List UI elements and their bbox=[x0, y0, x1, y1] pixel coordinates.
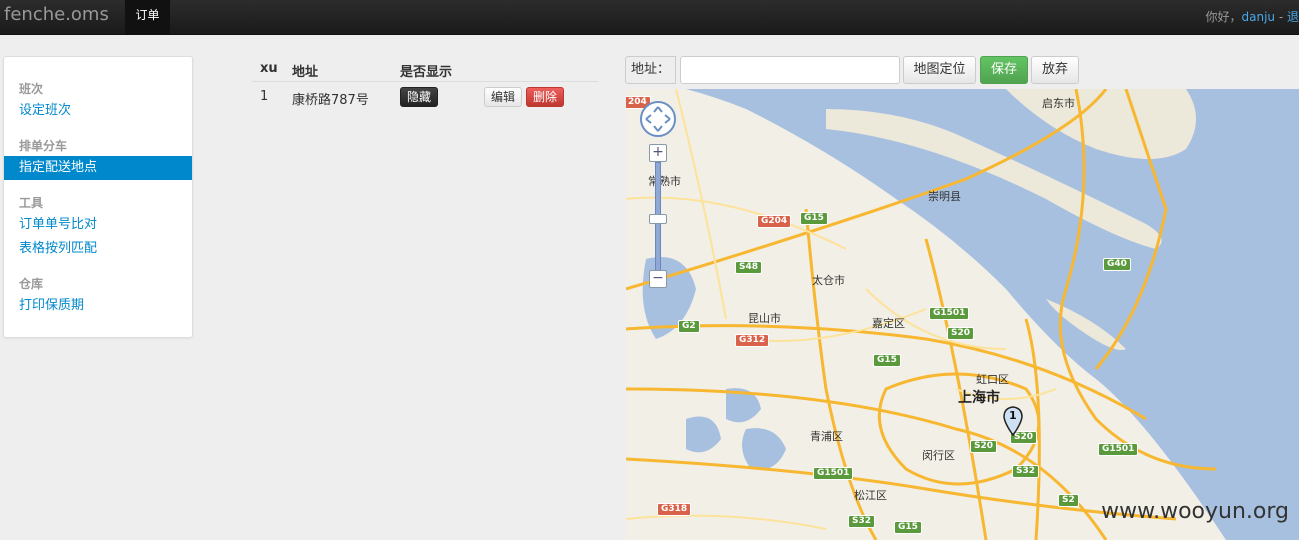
table-row: 1 康桥路787号 隐藏 编辑 删除 bbox=[252, 82, 598, 110]
road-shield-g204: G204 bbox=[757, 215, 792, 228]
username-link[interactable]: danju bbox=[1242, 10, 1276, 24]
road-shield-s20-2: S20 bbox=[970, 440, 998, 453]
road-shield-g15: G15 bbox=[800, 212, 828, 225]
map-label-taicang: 太仓市 bbox=[812, 274, 845, 287]
table-header: xu 地址 是否显示 bbox=[252, 58, 598, 82]
pan-arrows-icon bbox=[645, 106, 671, 132]
sidebar-header-shift: 班次 bbox=[19, 82, 44, 96]
road-shield-g312: G312 bbox=[735, 334, 770, 347]
hide-button[interactable]: 隐藏 bbox=[400, 87, 439, 107]
road-shield-s32-2: S32 bbox=[848, 515, 876, 528]
road-shield-g1501: G1501 bbox=[929, 307, 970, 320]
column-header-address: 地址 bbox=[292, 65, 319, 80]
delete-button[interactable]: 删除 bbox=[526, 87, 565, 107]
map-label-jiading: 嘉定区 bbox=[872, 317, 905, 330]
sidebar-item-column-match[interactable]: 表格按列匹配 bbox=[4, 237, 192, 261]
zoom-control: + − bbox=[649, 144, 667, 290]
road-shield-g40: G40 bbox=[1103, 258, 1131, 271]
watermark: www.wooyun.org bbox=[1101, 499, 1289, 524]
road-shield-s48: S48 bbox=[735, 261, 763, 274]
save-button[interactable]: 保存 bbox=[980, 56, 1028, 84]
sidebar-item-assign-location[interactable]: 指定配送地点 bbox=[4, 156, 192, 180]
sidebar-item-order-compare[interactable]: 订单单号比对 bbox=[4, 213, 192, 237]
column-header-xu: xu bbox=[260, 61, 278, 76]
road-shield-g15-2: G15 bbox=[873, 354, 901, 367]
map-label-minhang: 闵行区 bbox=[922, 449, 955, 462]
address-label: 地址： bbox=[625, 56, 676, 84]
brand-logo[interactable]: fenche.oms bbox=[4, 4, 109, 25]
road-shield-g2: G2 bbox=[678, 320, 700, 333]
sidebar-header-dispatch: 排单分车 bbox=[19, 139, 68, 153]
top-navbar: fenche.oms 订单 你好，danju - 退 bbox=[0, 0, 1299, 35]
sidebar-nav: 班次 设定班次 排单分车 指定配送地点 工具 订单单号比对 表格按列匹配 仓库 … bbox=[3, 56, 193, 338]
map-label-qidong: 启东市 bbox=[1042, 97, 1075, 110]
zoom-in-button[interactable]: + bbox=[649, 144, 667, 162]
road-shield-s20: S20 bbox=[947, 327, 975, 340]
road-shield-s32: S32 bbox=[1012, 465, 1040, 478]
zoom-slider-handle[interactable] bbox=[649, 214, 667, 224]
address-table: xu 地址 是否显示 1 康桥路787号 隐藏 编辑 删除 bbox=[252, 58, 598, 110]
tab-orders[interactable]: 订单 bbox=[125, 0, 170, 35]
edit-button[interactable]: 编辑 bbox=[484, 87, 523, 107]
column-header-visible: 是否显示 bbox=[400, 65, 453, 80]
zoom-out-button[interactable]: − bbox=[649, 270, 667, 288]
marker-label: 1 bbox=[1009, 409, 1017, 422]
user-greeting: 你好，danju - 退 bbox=[1205, 8, 1299, 25]
pan-control-icon[interactable] bbox=[640, 101, 676, 137]
sidebar-header-tools: 工具 bbox=[19, 196, 44, 210]
map-label-qingpu: 青浦区 bbox=[810, 430, 843, 443]
row-xu: 1 bbox=[260, 89, 269, 104]
map-view[interactable]: 启东市 常熟市 崇明县 太仓市 昆山市 嘉定区 虹口区 上海市 青浦区 闵行区 … bbox=[626, 89, 1299, 540]
logout-link[interactable]: 退 bbox=[1287, 10, 1299, 24]
discard-button[interactable]: 放弃 bbox=[1031, 56, 1079, 84]
separator: - bbox=[1275, 10, 1287, 24]
row-address: 康桥路787号 bbox=[292, 93, 369, 108]
sidebar-item-print-shelf-life[interactable]: 打印保质期 bbox=[4, 294, 192, 318]
map-locate-button[interactable]: 地图定位 bbox=[903, 56, 976, 84]
map-label-shanghai: 上海市 bbox=[958, 390, 1000, 406]
location-marker-icon[interactable]: 1 bbox=[1003, 406, 1023, 436]
map-label-songjiang: 松江区 bbox=[854, 489, 887, 502]
road-shield-g1501-2: G1501 bbox=[813, 467, 854, 480]
map-label-kunshan: 昆山市 bbox=[748, 312, 781, 325]
map-label-hongkou: 虹口区 bbox=[976, 373, 1009, 386]
sidebar-header-warehouse: 仓库 bbox=[19, 277, 44, 291]
road-shield-g318: G318 bbox=[657, 503, 692, 516]
map-label-chongming: 崇明县 bbox=[928, 190, 961, 203]
road-shield-s2: S2 bbox=[1058, 494, 1079, 507]
sidebar-item-set-shift[interactable]: 设定班次 bbox=[4, 99, 192, 123]
road-shield-g1501-3: G1501 bbox=[1098, 443, 1139, 456]
address-input[interactable] bbox=[680, 56, 900, 84]
road-shield-g15-3: G15 bbox=[894, 521, 922, 534]
greeting-text: 你好， bbox=[1205, 10, 1242, 24]
